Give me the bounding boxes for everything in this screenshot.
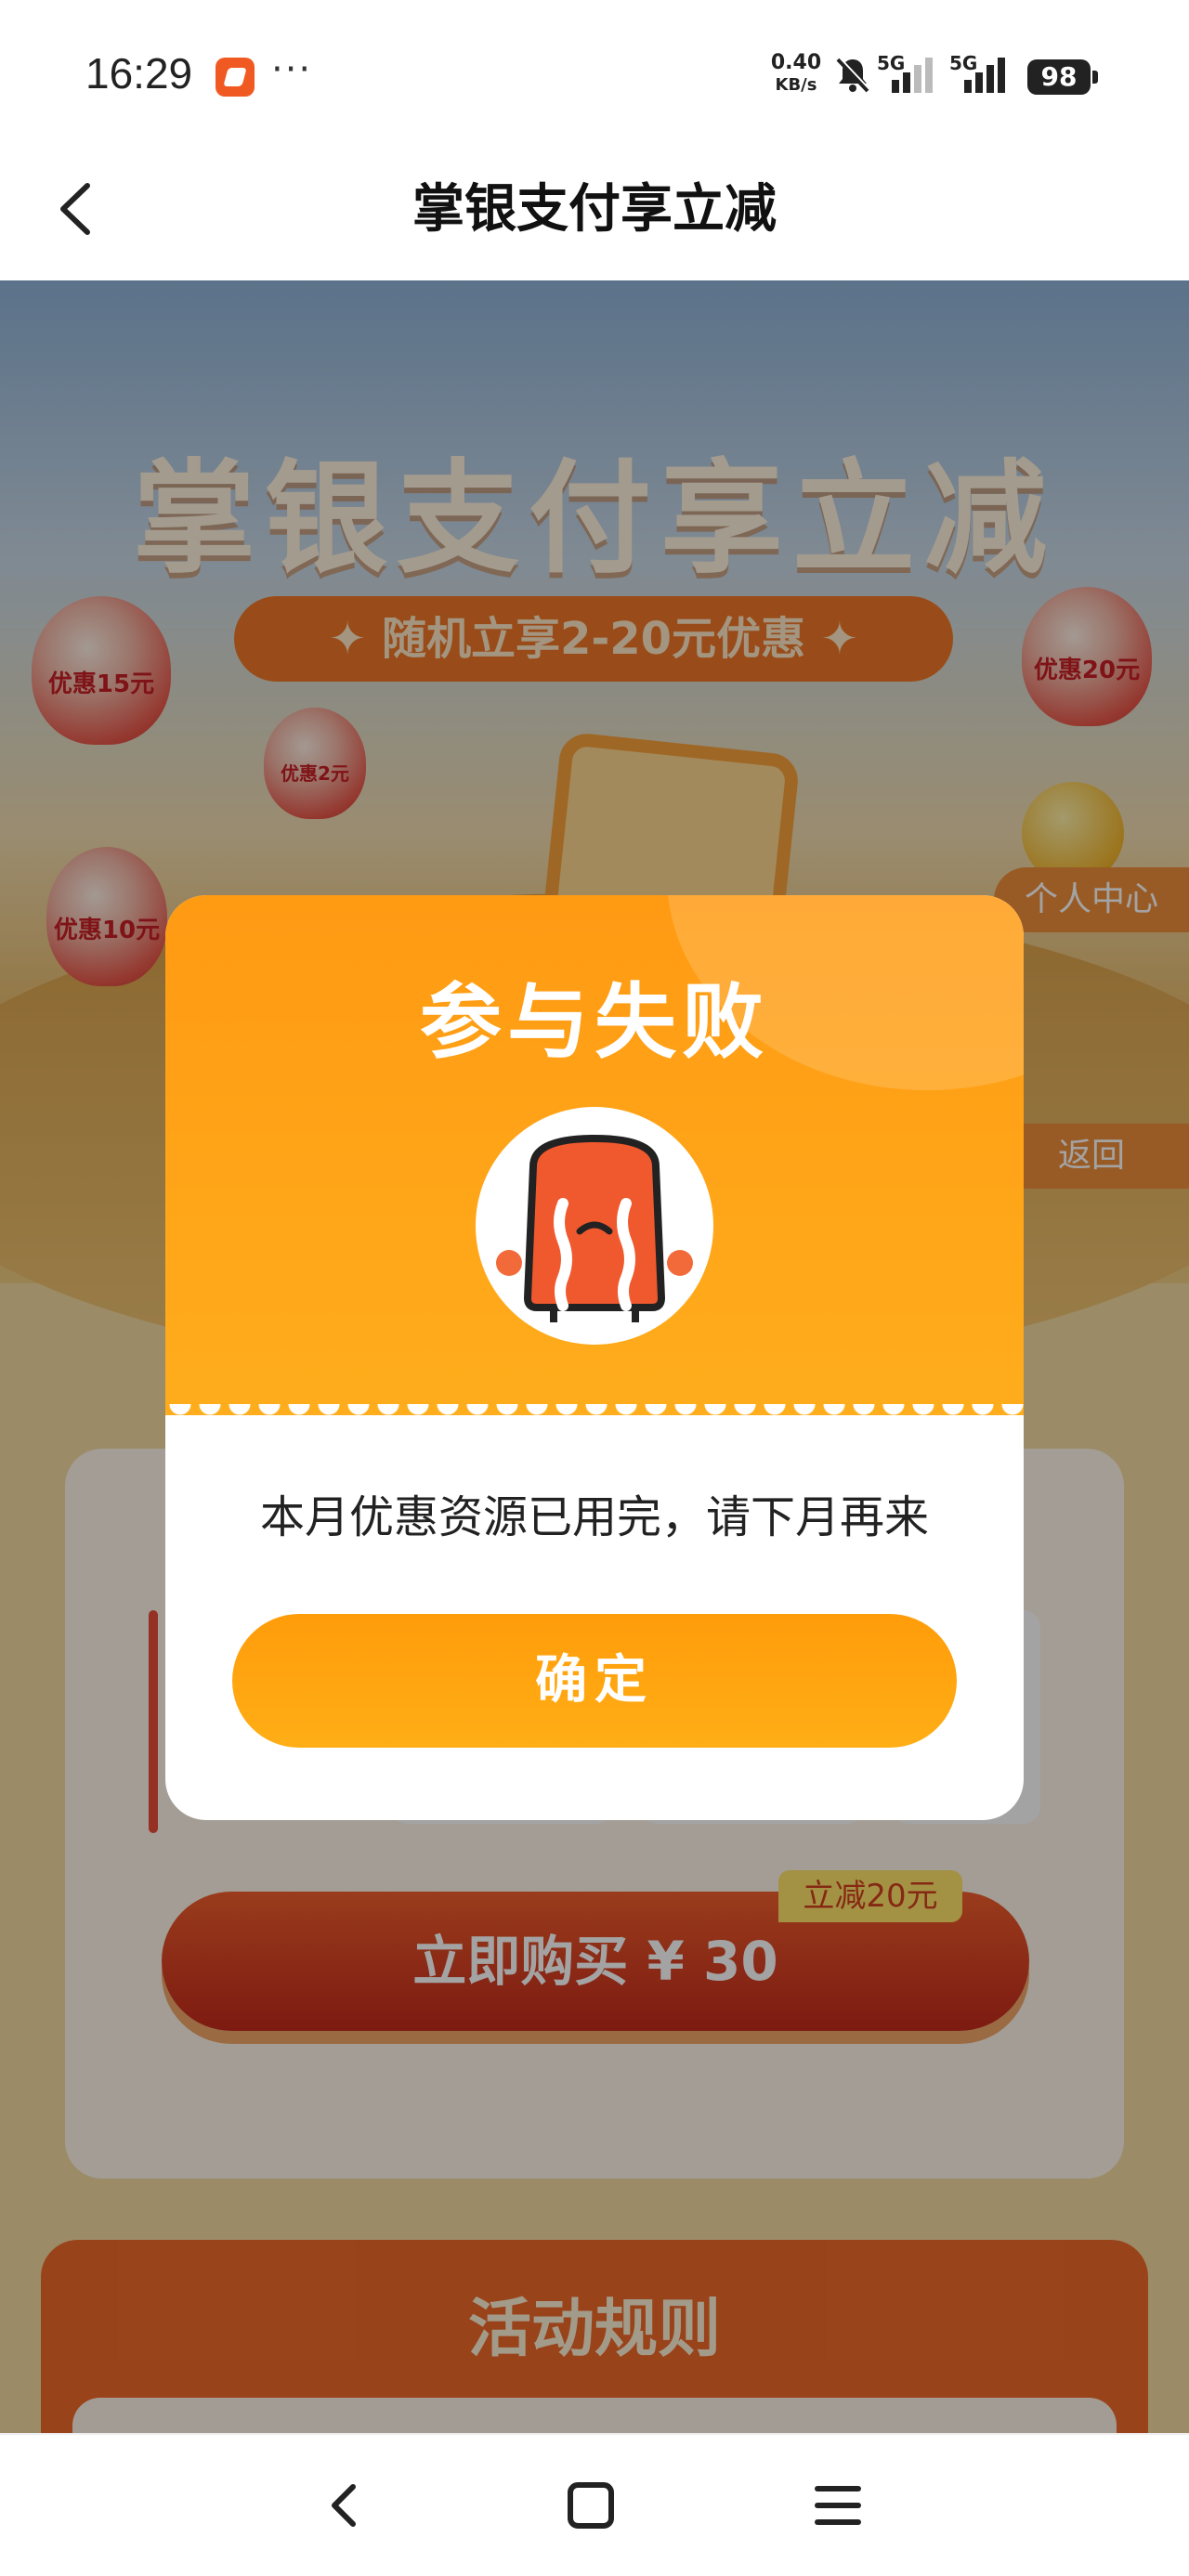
dialog-header: 参与失败 <box>165 895 1024 1415</box>
signal-1-icon: 5G <box>877 52 942 97</box>
message-app-icon <box>216 58 255 97</box>
avatar <box>476 1107 713 1345</box>
bell-muted-icon <box>836 57 870 93</box>
page-title: 掌银支付享立减 <box>412 179 777 240</box>
confirm-button[interactable]: 确定 <box>232 1614 957 1748</box>
signal-2-icon: 5G <box>949 52 1014 97</box>
system-navigation-bar <box>0 2433 1189 2576</box>
menu-lines-icon[interactable] <box>801 2468 875 2543</box>
network-speed-value: 0.40 <box>770 51 822 74</box>
dialog-message: 本月优惠资源已用完，请下月再来 <box>259 1491 929 1543</box>
failure-dialog: 参与失败 本月优惠资源已用完，请下月再来 确定 <box>165 895 1024 1820</box>
back-triangle-icon[interactable] <box>307 2468 381 2543</box>
more-notifications-icon: ··· <box>271 48 313 91</box>
network-speed: 0.40 KB/s <box>767 52 825 97</box>
status-time: 16:29 <box>85 49 193 98</box>
home-square-icon[interactable] <box>554 2468 628 2543</box>
scallop-divider <box>165 1404 1024 1428</box>
dialog-title: 参与失败 <box>419 974 769 1070</box>
network-type-2: 5G <box>949 52 978 74</box>
crying-mascot-icon <box>496 1135 693 1322</box>
app-header: 掌银支付享立减 <box>0 139 1189 280</box>
status-bar: 16:29 ··· 0.40 KB/s 5G 5G 98 <box>0 0 1189 139</box>
network-type-1: 5G <box>877 52 906 74</box>
network-speed-unit: KB/s <box>775 75 817 95</box>
battery-icon: 98 <box>1027 59 1098 95</box>
